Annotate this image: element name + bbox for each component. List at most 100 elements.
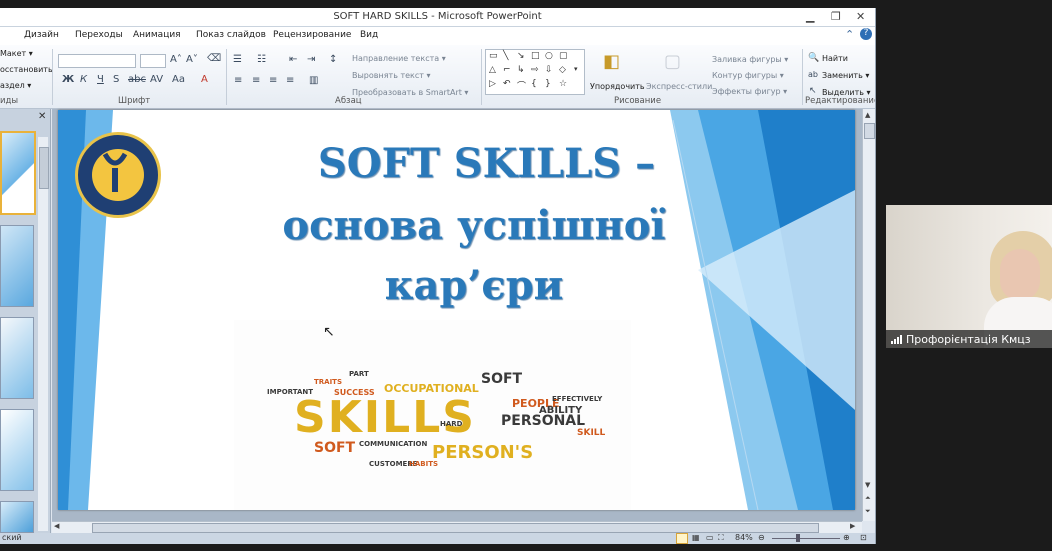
line-shape-icon[interactable]: ╲ [503, 51, 508, 61]
cloud-word: TRAITS [314, 378, 343, 386]
brace-left-shape-icon[interactable]: { [531, 79, 537, 89]
participant-video-tile[interactable]: Профорієнтація Кмцз [886, 205, 1052, 348]
char-spacing-icon[interactable]: AV [150, 74, 163, 85]
text-direction-button[interactable]: Направление текста ▾ [352, 54, 446, 63]
replace-button[interactable]: Заменить ▾ [822, 71, 869, 80]
columns-icon[interactable]: ▥ [309, 75, 318, 86]
scroll-down-icon[interactable]: ▼ [865, 481, 870, 489]
font-name-combo[interactable] [58, 54, 136, 68]
minimize-icon[interactable]: ▁ [806, 10, 814, 23]
collapse-ribbon-icon[interactable]: ⌃ [845, 28, 854, 41]
slide-thumbnail[interactable] [0, 317, 34, 399]
rectangle-shape-icon[interactable]: □ [531, 51, 540, 61]
quick-styles-icon: ▢ [664, 51, 682, 72]
next-slide-icon[interactable]: ⏷ [865, 507, 871, 516]
tab-review[interactable]: Рецензирование [273, 30, 351, 40]
font-color-icon[interactable]: A [201, 74, 208, 85]
elbow-connector-icon[interactable]: ⌐ [503, 65, 511, 75]
justify-icon[interactable]: ≡ [286, 75, 294, 86]
font-size-combo[interactable] [140, 54, 166, 68]
clear-format-icon[interactable]: ⌫ [207, 53, 221, 64]
triangle-shape-icon[interactable]: △ [489, 65, 496, 75]
slide-thumbnail[interactable] [0, 501, 34, 533]
change-case-icon[interactable]: Aa [172, 74, 185, 85]
zoom-slider-thumb[interactable] [796, 534, 800, 542]
gallery-more-icon[interactable]: ▾ [574, 65, 578, 73]
restore-icon[interactable]: ❐ [831, 10, 841, 23]
zoom-level[interactable]: 84% [735, 533, 753, 542]
normal-view-icon[interactable] [676, 533, 688, 544]
decrease-indent-icon[interactable]: ⇤ [289, 54, 297, 65]
slide-thumbnail[interactable] [0, 131, 36, 215]
down-arrow-shape-icon[interactable]: ⇩ [545, 65, 553, 75]
scroll-thumb[interactable] [92, 523, 819, 533]
scroll-thumb[interactable] [864, 123, 875, 139]
oval-shape-icon[interactable]: ○ [545, 51, 553, 61]
close-pane-icon[interactable]: ✕ [38, 111, 46, 122]
arrow-line-shape-icon[interactable]: ↘ [517, 51, 525, 61]
close-icon[interactable]: ✕ [856, 10, 865, 23]
language-indicator[interactable]: ский [2, 533, 22, 542]
curve-shape-icon[interactable]: ↶ [503, 79, 511, 89]
vertical-scrollbar[interactable]: ▲ ▼ ⏶ ⏷ [862, 109, 875, 521]
right-arrow-shape-icon[interactable]: ⇨ [531, 65, 539, 75]
signal-strength-icon [891, 335, 903, 344]
bullets-icon[interactable]: ☰ [233, 54, 242, 65]
shape-outline-button[interactable]: Контур фигуры ▾ [712, 71, 784, 80]
arrange-button[interactable]: Упорядочить [590, 82, 645, 91]
convert-smartart-button[interactable]: Преобразовать в SmartArt ▾ [352, 88, 468, 97]
align-right-icon[interactable]: ≡ [269, 75, 277, 86]
flowchart-shape-icon[interactable]: ◇ [559, 65, 566, 75]
scroll-right-icon[interactable]: ▶ [850, 522, 855, 530]
align-left-icon[interactable]: ≡ [234, 75, 242, 86]
textbox-shape-icon[interactable]: ▭ [489, 51, 498, 61]
strikethrough-icon[interactable]: abc [128, 74, 146, 85]
line-spacing-icon[interactable]: ↕ [329, 54, 337, 65]
slide-thumbnail[interactable] [0, 409, 34, 491]
tab-design[interactable]: Дизайн [24, 30, 59, 40]
tab-view[interactable]: Вид [360, 30, 378, 40]
find-button[interactable]: Найти [822, 54, 848, 63]
shape-effects-button[interactable]: Эффекты фигур ▾ [712, 87, 787, 96]
reset-button[interactable]: осстановить [0, 65, 53, 74]
brace-right-shape-icon[interactable]: } [545, 79, 551, 89]
freeform-shape-icon[interactable]: ⌒ [517, 79, 526, 92]
shape-fill-button[interactable]: Заливка фигуры ▾ [712, 55, 788, 64]
zoom-in-icon[interactable]: ⊕ [843, 533, 850, 542]
numbering-icon[interactable]: ☷ [257, 54, 266, 65]
zoom-slider[interactable] [772, 538, 840, 539]
scroll-up-icon[interactable]: ▲ [865, 111, 870, 119]
thumbnails-scrollbar[interactable] [38, 137, 49, 531]
tab-slideshow[interactable]: Показ слайдов [196, 30, 266, 40]
increase-indent-icon[interactable]: ⇥ [307, 54, 315, 65]
layout-button[interactable]: Макет ▾ [0, 49, 33, 58]
align-text-button[interactable]: Выровнять текст ▾ [352, 71, 430, 80]
slide-canvas[interactable]: SOFT SKILLS – основа успішної кар’єри SK… [58, 110, 855, 510]
callout-shape-icon[interactable]: ▷ [489, 79, 496, 89]
help-icon[interactable]: ? [860, 28, 872, 40]
rounded-rect-shape-icon[interactable]: ▢ [559, 51, 568, 61]
star-shape-icon[interactable]: ☆ [559, 79, 567, 89]
slide-thumbnail[interactable] [0, 225, 34, 307]
shrink-font-icon[interactable]: A˅ [186, 54, 198, 65]
slide-sorter-icon[interactable]: ▦ [692, 533, 700, 542]
quick-styles-button[interactable]: Экспресс-стили [646, 82, 712, 91]
tab-animation[interactable]: Анимация [133, 30, 181, 40]
cloud-word: EFFECTIVELY [552, 395, 603, 403]
elbow-arrow-icon[interactable]: ↳ [517, 65, 525, 75]
zoom-out-icon[interactable]: ⊖ [758, 533, 765, 542]
prev-slide-icon[interactable]: ⏶ [865, 494, 871, 503]
underline-icon[interactable]: Ч [97, 74, 104, 85]
shadow-icon[interactable]: S [113, 74, 119, 85]
align-center-icon[interactable]: ≡ [252, 75, 260, 86]
fit-slide-icon[interactable]: ⊡ [860, 533, 867, 542]
bold-icon[interactable]: Ж [62, 74, 74, 85]
scroll-left-icon[interactable]: ◀ [54, 522, 59, 530]
slideshow-view-icon[interactable]: ⛶ [718, 533, 724, 543]
section-button[interactable]: аздел ▾ [0, 81, 31, 90]
grow-font-icon[interactable]: A˄ [170, 54, 182, 65]
shapes-gallery[interactable]: ▭ ╲ ↘ □ ○ ▢ △ ⌐ ↳ ⇨ ⇩ ◇ ▷ ↶ ⌒ { } ☆ ▾ [485, 49, 585, 95]
reading-view-icon[interactable]: ▭ [706, 533, 714, 542]
tab-transitions[interactable]: Переходы [75, 30, 123, 40]
italic-icon[interactable]: К [80, 74, 87, 85]
